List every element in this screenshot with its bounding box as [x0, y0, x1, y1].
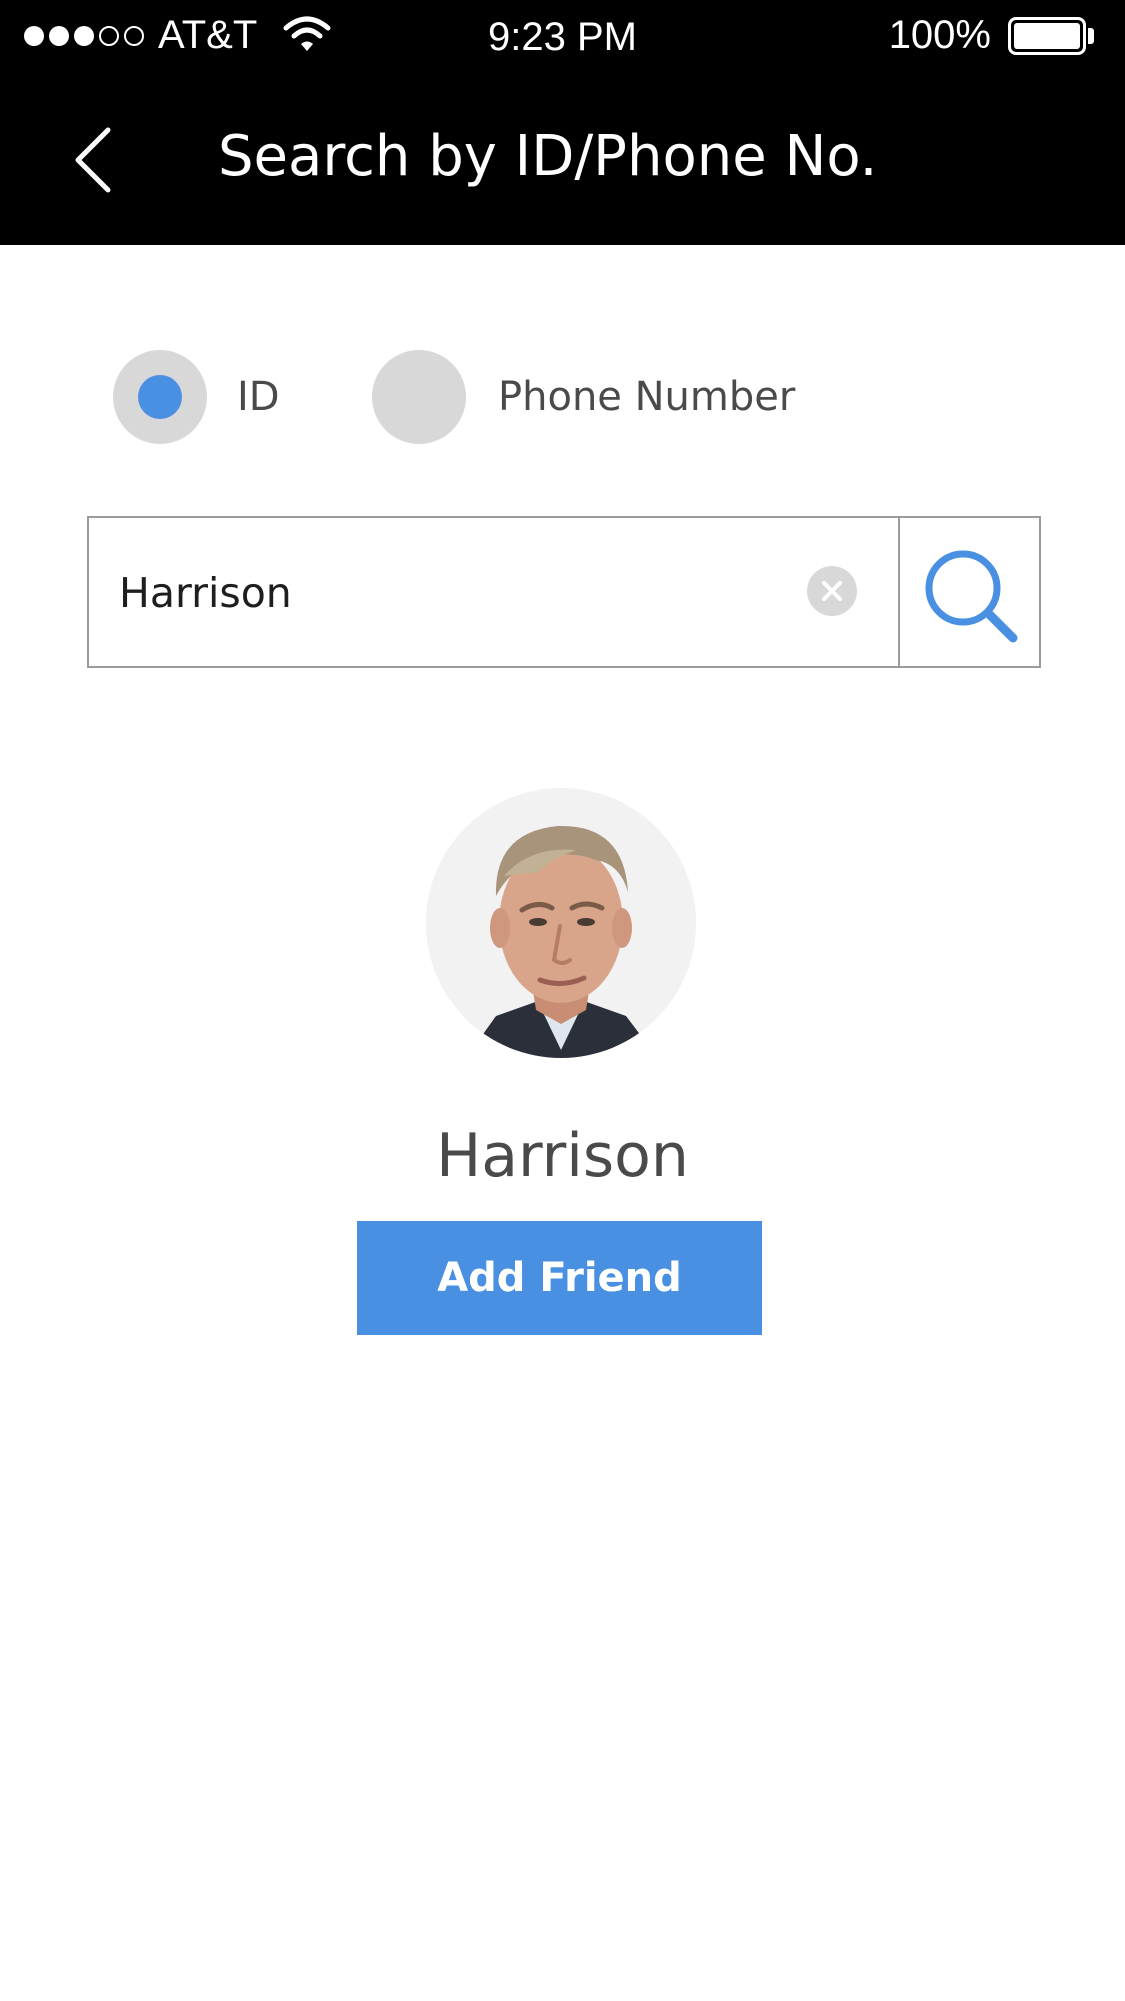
chevron-left-icon: [75, 127, 111, 193]
battery-percent: 100%: [888, 13, 991, 57]
search-input[interactable]: [119, 558, 839, 628]
search-button[interactable]: [900, 518, 1041, 666]
navigation-bar: Search by ID/Phone No.: [0, 70, 1125, 245]
battery-icon: [1008, 17, 1086, 55]
battery-level: [1014, 23, 1080, 49]
avatar-photo: [426, 788, 696, 1058]
radio-button-selected[interactable]: [113, 350, 207, 444]
battery-tip: [1088, 28, 1094, 44]
search-box: [87, 516, 1041, 668]
add-friend-button[interactable]: Add Friend: [357, 1221, 762, 1335]
avatar: [426, 788, 696, 1058]
clear-icon: [822, 581, 842, 601]
back-button[interactable]: [56, 120, 136, 200]
radio-phone-number-label: Phone Number: [498, 374, 796, 420]
status-bar: AT&T 9:23 PM 100%: [0, 0, 1125, 70]
radio-selected-dot: [138, 375, 182, 419]
search-by-id-screen: AT&T 9:23 PM 100% Search by ID/Phone No.…: [0, 0, 1125, 2001]
result-name: Harrison: [436, 1121, 689, 1191]
page-title: Search by ID/Phone No.: [218, 124, 878, 189]
radio-id[interactable]: ID: [113, 350, 280, 444]
radio-button-unselected[interactable]: [372, 350, 466, 444]
clear-button[interactable]: [807, 566, 857, 616]
search-icon: [925, 550, 1018, 643]
radio-id-label: ID: [237, 374, 280, 420]
radio-phone-number[interactable]: Phone Number: [372, 350, 795, 444]
